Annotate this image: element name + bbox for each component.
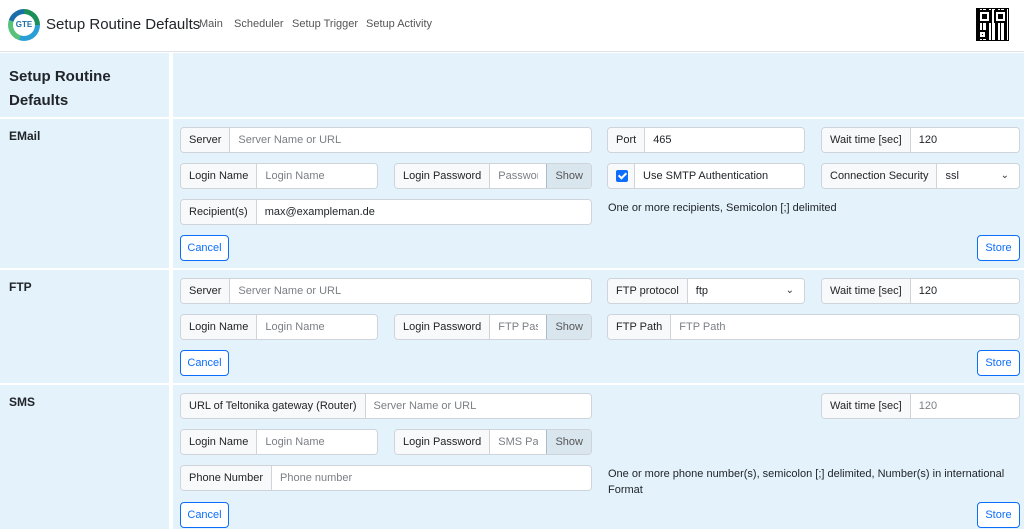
ftp-password-input[interactable] bbox=[490, 315, 547, 339]
ftp-login-group: Login Name bbox=[180, 314, 378, 340]
sms-login-group: Login Name bbox=[180, 429, 378, 455]
title-main bbox=[173, 53, 1024, 119]
sms-password-label: Login Password bbox=[395, 430, 491, 454]
ftp-protocol-select[interactable]: ftp ⌄ bbox=[687, 279, 804, 303]
sms-section-title: SMS bbox=[9, 395, 36, 409]
email-cancel-button[interactable]: Cancel bbox=[180, 235, 229, 261]
ftp-cancel-button[interactable]: Cancel bbox=[180, 350, 229, 376]
ftp-show-password-button[interactable]: Show bbox=[546, 315, 591, 339]
email-recipients-label: Recipient(s) bbox=[181, 200, 257, 224]
email-recipients-hint: One or more recipients, Semicolon [;] de… bbox=[608, 202, 837, 214]
sms-wait-group: Wait time [sec] bbox=[821, 393, 1020, 419]
email-security-group: Connection Security ssl ⌄ bbox=[821, 163, 1020, 189]
ftp-server-group: Server bbox=[180, 278, 592, 304]
sms-login-input[interactable] bbox=[257, 430, 377, 454]
email-server-input[interactable] bbox=[230, 128, 591, 152]
smtp-auth-label: Use SMTP Authentication bbox=[643, 170, 769, 182]
app-title[interactable]: Setup Routine Defaults bbox=[46, 16, 200, 33]
sms-phone-group: Phone Number bbox=[180, 465, 592, 491]
ftp-server-label: Server bbox=[181, 279, 231, 303]
email-server-group: Server bbox=[180, 127, 592, 153]
ftp-login-label: Login Name bbox=[181, 315, 258, 339]
email-port-group: Port bbox=[607, 127, 805, 153]
sms-wait-input[interactable] bbox=[910, 394, 1019, 418]
sms-phone-hint: One or more phone number(s), semicolon [… bbox=[608, 468, 1005, 496]
email-login-label: Login Name bbox=[181, 164, 258, 188]
smtp-auth-checkbox[interactable] bbox=[608, 164, 635, 188]
sms-phone-input[interactable] bbox=[272, 466, 591, 490]
qr-code-icon[interactable] bbox=[976, 8, 1009, 41]
sms-gateway-input[interactable] bbox=[365, 394, 591, 418]
sms-sidebar: SMS bbox=[0, 385, 171, 529]
ftp-path-input[interactable] bbox=[671, 315, 1019, 339]
email-sidebar: EMail bbox=[0, 119, 171, 270]
ftp-main: Server FTP protocol ftp ⌄ Wait time [sec… bbox=[173, 270, 1024, 385]
ftp-store-button[interactable]: Store bbox=[977, 350, 1020, 376]
email-wait-input[interactable] bbox=[910, 128, 1019, 152]
chevron-down-icon: ⌄ bbox=[1000, 170, 1009, 181]
email-main: Server Port Wait time [sec] Login Name L… bbox=[173, 119, 1024, 270]
email-section-title: EMail bbox=[9, 129, 41, 143]
page-title: Setup Routine Defaults bbox=[9, 68, 111, 109]
sms-password-group: Login Password Show bbox=[394, 429, 592, 455]
gte-logo[interactable]: GTE bbox=[8, 9, 40, 41]
nav-setup-activity[interactable]: Setup Activity bbox=[366, 18, 432, 30]
email-login-input[interactable] bbox=[257, 164, 377, 188]
ftp-path-group: FTP Path bbox=[607, 314, 1020, 340]
email-login-group: Login Name bbox=[180, 163, 378, 189]
sms-login-label: Login Name bbox=[181, 430, 258, 454]
email-wait-label: Wait time [sec] bbox=[822, 128, 911, 152]
navbar: GTE Setup Routine Defaults Main Schedule… bbox=[0, 0, 1024, 52]
email-section: EMail Server Port Wait time [sec] Login … bbox=[0, 119, 1024, 270]
email-password-label: Login Password bbox=[395, 164, 491, 188]
logo-text: GTE bbox=[15, 20, 33, 29]
email-security-label: Connection Security bbox=[822, 164, 938, 188]
ftp-protocol-label: FTP protocol bbox=[608, 279, 688, 303]
title-row: Setup Routine Defaults bbox=[0, 53, 1024, 119]
ftp-server-input[interactable] bbox=[230, 279, 591, 303]
sms-show-password-button[interactable]: Show bbox=[546, 430, 591, 454]
nav-scheduler[interactable]: Scheduler bbox=[234, 18, 284, 30]
email-security-value: ssl bbox=[945, 170, 959, 182]
ftp-sidebar: FTP bbox=[0, 270, 171, 385]
email-password-group: Login Password Show bbox=[394, 163, 592, 189]
ftp-wait-group: Wait time [sec] bbox=[821, 278, 1020, 304]
ftp-section-title: FTP bbox=[9, 280, 32, 294]
email-server-label: Server bbox=[181, 128, 231, 152]
email-show-password-button[interactable]: Show bbox=[546, 164, 591, 188]
sms-gateway-group: URL of Teltonika gateway (Router) bbox=[180, 393, 592, 419]
title-sidebar: Setup Routine Defaults bbox=[0, 53, 171, 119]
ftp-wait-input[interactable] bbox=[910, 279, 1019, 303]
chevron-down-icon: ⌄ bbox=[785, 285, 794, 296]
email-recipients-group: Recipient(s) bbox=[180, 199, 592, 225]
email-recipients-input[interactable] bbox=[256, 200, 591, 224]
email-port-input[interactable] bbox=[645, 128, 804, 152]
email-port-label: Port bbox=[608, 128, 646, 152]
checkmark-icon bbox=[616, 170, 628, 182]
email-password-input[interactable] bbox=[490, 164, 547, 188]
sms-phone-label: Phone Number bbox=[181, 466, 272, 490]
ftp-path-label: FTP Path bbox=[608, 315, 672, 339]
ftp-section: FTP Server FTP protocol ftp ⌄ Wait time … bbox=[0, 270, 1024, 385]
email-smtp-auth-group: Use SMTP Authentication bbox=[607, 163, 805, 189]
nav-setup-trigger[interactable]: Setup Trigger bbox=[292, 18, 358, 30]
sms-main: URL of Teltonika gateway (Router) Wait t… bbox=[173, 385, 1024, 529]
ftp-password-group: Login Password Show bbox=[394, 314, 592, 340]
ftp-wait-label: Wait time [sec] bbox=[822, 279, 911, 303]
ftp-password-label: Login Password bbox=[395, 315, 491, 339]
ftp-protocol-group: FTP protocol ftp ⌄ bbox=[607, 278, 805, 304]
sms-cancel-button[interactable]: Cancel bbox=[180, 502, 229, 528]
ftp-protocol-value: ftp bbox=[695, 285, 709, 297]
sms-store-button[interactable]: Store bbox=[977, 502, 1020, 528]
email-security-select[interactable]: ssl ⌄ bbox=[937, 164, 1019, 188]
email-store-button[interactable]: Store bbox=[977, 235, 1020, 261]
email-wait-group: Wait time [sec] bbox=[821, 127, 1020, 153]
nav-main[interactable]: Main bbox=[199, 18, 223, 30]
sms-wait-label: Wait time [sec] bbox=[822, 394, 911, 418]
ftp-login-input[interactable] bbox=[257, 315, 377, 339]
sms-password-input[interactable] bbox=[490, 430, 547, 454]
sms-gateway-label: URL of Teltonika gateway (Router) bbox=[181, 394, 366, 418]
sms-section: SMS URL of Teltonika gateway (Router) Wa… bbox=[0, 385, 1024, 529]
